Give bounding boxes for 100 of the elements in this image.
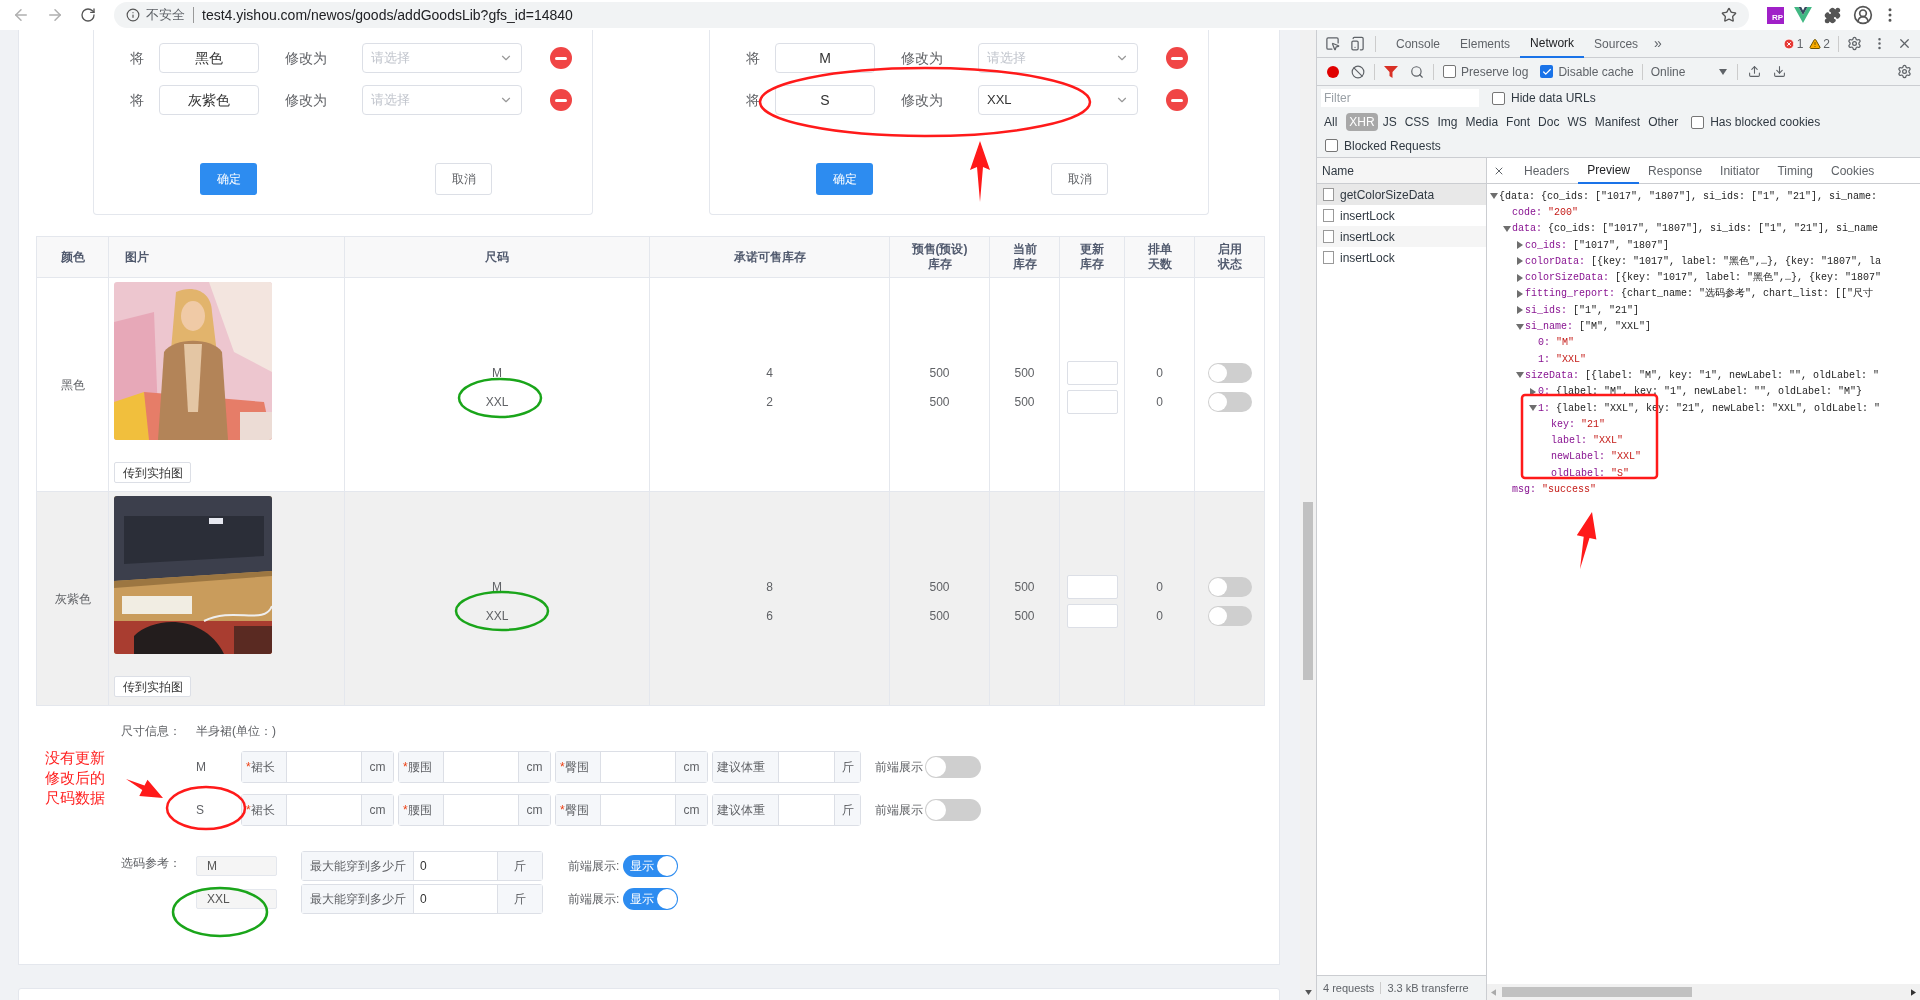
stock-input[interactable] bbox=[1066, 360, 1118, 385]
device-icon[interactable] bbox=[1350, 36, 1365, 51]
stock-input[interactable] bbox=[1066, 389, 1118, 414]
detail-tab[interactable]: Response bbox=[1639, 157, 1712, 184]
size-field[interactable]: XXL bbox=[196, 889, 277, 909]
remove-button[interactable] bbox=[1166, 47, 1188, 69]
type-filter[interactable]: Other bbox=[1645, 113, 1682, 131]
checkbox[interactable] bbox=[1540, 65, 1554, 78]
toggle-switch[interactable] bbox=[925, 799, 981, 821]
filter-icon[interactable] bbox=[1384, 65, 1398, 78]
puzzle-icon[interactable] bbox=[1824, 6, 1841, 24]
type-filter[interactable]: Font bbox=[1503, 113, 1534, 131]
settings-icon[interactable] bbox=[1897, 64, 1912, 79]
scrollbar-thumb[interactable] bbox=[1502, 987, 1692, 997]
detail-tab[interactable]: Timing bbox=[1768, 157, 1822, 184]
measure-field[interactable]: 建议体重 斤 bbox=[712, 751, 861, 783]
cancel-button[interactable]: 取消 bbox=[1051, 163, 1108, 195]
name-column-header[interactable]: Name bbox=[1317, 158, 1486, 184]
detail-tab[interactable]: Cookies bbox=[1822, 157, 1884, 184]
toggle-switch[interactable] bbox=[925, 756, 981, 778]
devtools-tab[interactable]: Sources bbox=[1584, 29, 1649, 58]
account-icon[interactable] bbox=[1853, 5, 1873, 25]
checkbox[interactable] bbox=[1492, 91, 1505, 105]
type-filter[interactable]: Doc bbox=[1535, 113, 1563, 131]
record-icon[interactable] bbox=[1327, 65, 1339, 78]
detail-tab[interactable]: Initiator bbox=[1711, 157, 1769, 184]
stock-input[interactable] bbox=[1066, 603, 1118, 628]
measure-field[interactable]: *腰围 cm bbox=[398, 794, 551, 826]
request-row[interactable]: getColorSizeData bbox=[1317, 184, 1486, 205]
extension-badge[interactable]: RP bbox=[1767, 6, 1784, 24]
measure-field[interactable]: 建议体重 斤 bbox=[712, 794, 861, 826]
upload-icon[interactable] bbox=[1747, 65, 1761, 78]
scrollbar[interactable] bbox=[1300, 30, 1316, 1000]
color-field[interactable]: M bbox=[775, 43, 875, 73]
warning-count[interactable]: 2 bbox=[1823, 34, 1830, 53]
weight-field[interactable]: 最大能穿到多少斤 0 斤 bbox=[301, 851, 543, 881]
measure-field[interactable]: *裙长 cm bbox=[241, 751, 394, 783]
toggle-switch[interactable] bbox=[1207, 605, 1252, 626]
triangle-icon[interactable] bbox=[1529, 387, 1537, 396]
settings-icon[interactable] bbox=[1847, 36, 1862, 51]
triangle-icon[interactable] bbox=[1516, 322, 1524, 331]
v-logo-icon[interactable] bbox=[1794, 7, 1812, 23]
request-row[interactable]: insertLock bbox=[1317, 226, 1486, 247]
bookmark-star-icon[interactable] bbox=[1721, 7, 1737, 23]
triangle-icon[interactable] bbox=[1516, 273, 1524, 282]
type-filter[interactable]: WS bbox=[1564, 113, 1590, 131]
remove-button[interactable] bbox=[1166, 89, 1188, 111]
upload-button[interactable]: 传到实拍图 bbox=[114, 676, 191, 697]
color-field[interactable]: S bbox=[775, 85, 875, 115]
toggle-switch[interactable] bbox=[1207, 391, 1252, 412]
stock-input[interactable] bbox=[1066, 574, 1118, 599]
detail-tab[interactable]: Preview bbox=[1578, 157, 1640, 184]
checkbox[interactable] bbox=[1325, 139, 1338, 152]
triangle-icon[interactable] bbox=[1529, 404, 1537, 412]
checkbox[interactable] bbox=[1691, 115, 1705, 129]
remove-button[interactable] bbox=[550, 89, 572, 111]
scroll-down-icon[interactable] bbox=[1304, 990, 1312, 995]
checkbox[interactable] bbox=[1443, 65, 1456, 78]
devtools-tab[interactable]: Elements bbox=[1450, 29, 1521, 58]
type-filter[interactable]: JS bbox=[1379, 113, 1400, 131]
detail-tab[interactable]: Headers bbox=[1515, 157, 1579, 184]
triangle-icon[interactable] bbox=[1516, 289, 1524, 298]
devtools-tab[interactable]: Console bbox=[1386, 29, 1451, 58]
triangle-icon[interactable] bbox=[1490, 192, 1498, 201]
error-count[interactable]: 1 bbox=[1796, 34, 1804, 53]
color-field[interactable]: 灰紫色 bbox=[159, 85, 259, 115]
type-filter[interactable]: All bbox=[1321, 113, 1341, 131]
info-icon[interactable] bbox=[126, 8, 140, 22]
triangle-icon[interactable] bbox=[1503, 224, 1511, 233]
caret-icon[interactable] bbox=[1718, 68, 1727, 75]
download-icon[interactable] bbox=[1772, 65, 1786, 78]
remove-button[interactable] bbox=[550, 47, 572, 69]
type-filter[interactable]: Img bbox=[1434, 113, 1461, 131]
measure-field[interactable]: *裙长 cm bbox=[241, 794, 394, 826]
size-field[interactable]: M bbox=[196, 856, 277, 876]
weight-field[interactable]: 最大能穿到多少斤 0 斤 bbox=[301, 884, 543, 914]
cancel-button[interactable]: 取消 bbox=[435, 163, 492, 195]
measure-field[interactable]: *腰围 cm bbox=[398, 751, 551, 783]
triangle-icon[interactable] bbox=[1516, 257, 1524, 266]
type-filter[interactable]: CSS bbox=[1401, 113, 1433, 131]
type-filter[interactable]: Media bbox=[1462, 113, 1502, 131]
address-bar[interactable]: 不安全 test4.yishou.com/newos/goods/addGoodsLib?gfs_id=14840 bbox=[114, 2, 1749, 28]
close-icon[interactable] bbox=[1897, 36, 1912, 51]
table-row[interactable]: 黑色 传到实拍图 M XXL 4 2 500 500 500 500 0 0 bbox=[36, 277, 1265, 492]
toggle-switch[interactable] bbox=[1207, 576, 1252, 597]
type-filter[interactable]: Manifest bbox=[1591, 113, 1644, 131]
upload-button[interactable]: 传到实拍图 bbox=[114, 462, 191, 483]
inspect-icon[interactable] bbox=[1325, 36, 1340, 51]
more-tabs[interactable]: » bbox=[1654, 33, 1662, 54]
table-row[interactable]: 灰紫色 传到实拍图 M XXL 8 6 500 500 500 500 0 0 bbox=[36, 491, 1265, 706]
toggle-switch[interactable] bbox=[1207, 362, 1252, 383]
search-icon[interactable] bbox=[1410, 64, 1424, 79]
clear-icon[interactable] bbox=[1351, 64, 1365, 79]
measure-field[interactable]: *臀围 cm bbox=[555, 751, 708, 783]
triangle-icon[interactable] bbox=[1516, 306, 1524, 315]
scroll-right-icon[interactable] bbox=[1911, 988, 1916, 996]
scrollbar-thumb[interactable] bbox=[1303, 502, 1313, 680]
triangle-icon[interactable] bbox=[1516, 371, 1524, 380]
measure-field[interactable]: *臀围 cm bbox=[555, 794, 708, 826]
triangle-icon[interactable] bbox=[1516, 241, 1524, 250]
